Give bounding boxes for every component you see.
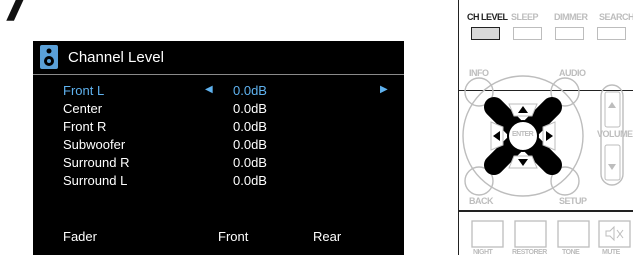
night-button[interactable] (472, 221, 503, 247)
screen-header: Channel Level (33, 41, 404, 75)
volume-down-button[interactable] (605, 145, 620, 180)
setup-label: SETUP (559, 196, 587, 206)
channel-label: Center (63, 101, 103, 116)
enter-button[interactable] (508, 121, 538, 151)
setup-button[interactable] (551, 167, 579, 195)
right-arrow-icon[interactable]: ▶ (380, 84, 388, 95)
fader-front: Front (218, 229, 249, 244)
back-label: BACK (469, 196, 494, 206)
channel-label: Front L (63, 83, 105, 98)
channel-label: Subwoofer (63, 137, 126, 152)
channel-row-surround-l[interactable]: Surround L 0.0dB (33, 173, 404, 191)
channel-value: 0.0dB (233, 173, 267, 188)
fader-label[interactable]: Fader (63, 229, 97, 244)
channel-row-front-l[interactable]: Front L ◀ 0.0dB ▶ (33, 83, 404, 101)
speaker-icon (40, 45, 58, 69)
channel-value: 0.0dB (233, 155, 267, 170)
remote-divider (459, 210, 633, 212)
channel-row-surround-r[interactable]: Surround R 0.0dB (33, 155, 404, 173)
osd-screen: Channel Level Front L ◀ 0.0dB ▶ Center 0… (33, 41, 404, 255)
step-number: 7 (0, 0, 30, 31)
tone-button[interactable] (558, 221, 589, 247)
remote-nav-art (462, 75, 631, 248)
channel-label: Surround L (63, 173, 128, 188)
volume-up-button[interactable] (605, 92, 620, 127)
channel-value: 0.0dB (233, 101, 267, 116)
left-arrow-icon[interactable]: ◀ (205, 84, 213, 95)
channel-value: 0.0dB (233, 119, 267, 134)
restorer-button[interactable] (515, 221, 546, 247)
audio-label: AUDIO (559, 68, 586, 78)
back-button[interactable] (465, 167, 493, 195)
mute-button[interactable] (599, 221, 630, 247)
channel-label: Front R (63, 119, 107, 134)
channel-label: Surround R (63, 155, 130, 170)
channel-row-front-r[interactable]: Front R 0.0dB (33, 119, 404, 137)
channel-row-center[interactable]: Center 0.0dB (33, 101, 404, 119)
channel-value: 0.0dB (233, 83, 267, 98)
screen-title: Channel Level (68, 49, 164, 66)
volume-label: VOLUME (597, 129, 633, 139)
info-button[interactable] (465, 78, 493, 106)
remote-control: CH LEVEL SLEEP DIMMER SEARCH INFO AUDIO … (458, 0, 633, 256)
channel-row-subwoofer[interactable]: Subwoofer 0.0dB (33, 137, 404, 155)
audio-button[interactable] (551, 78, 579, 106)
channel-value: 0.0dB (233, 137, 267, 152)
fader-rear: Rear (313, 229, 342, 244)
info-label: INFO (469, 68, 489, 78)
